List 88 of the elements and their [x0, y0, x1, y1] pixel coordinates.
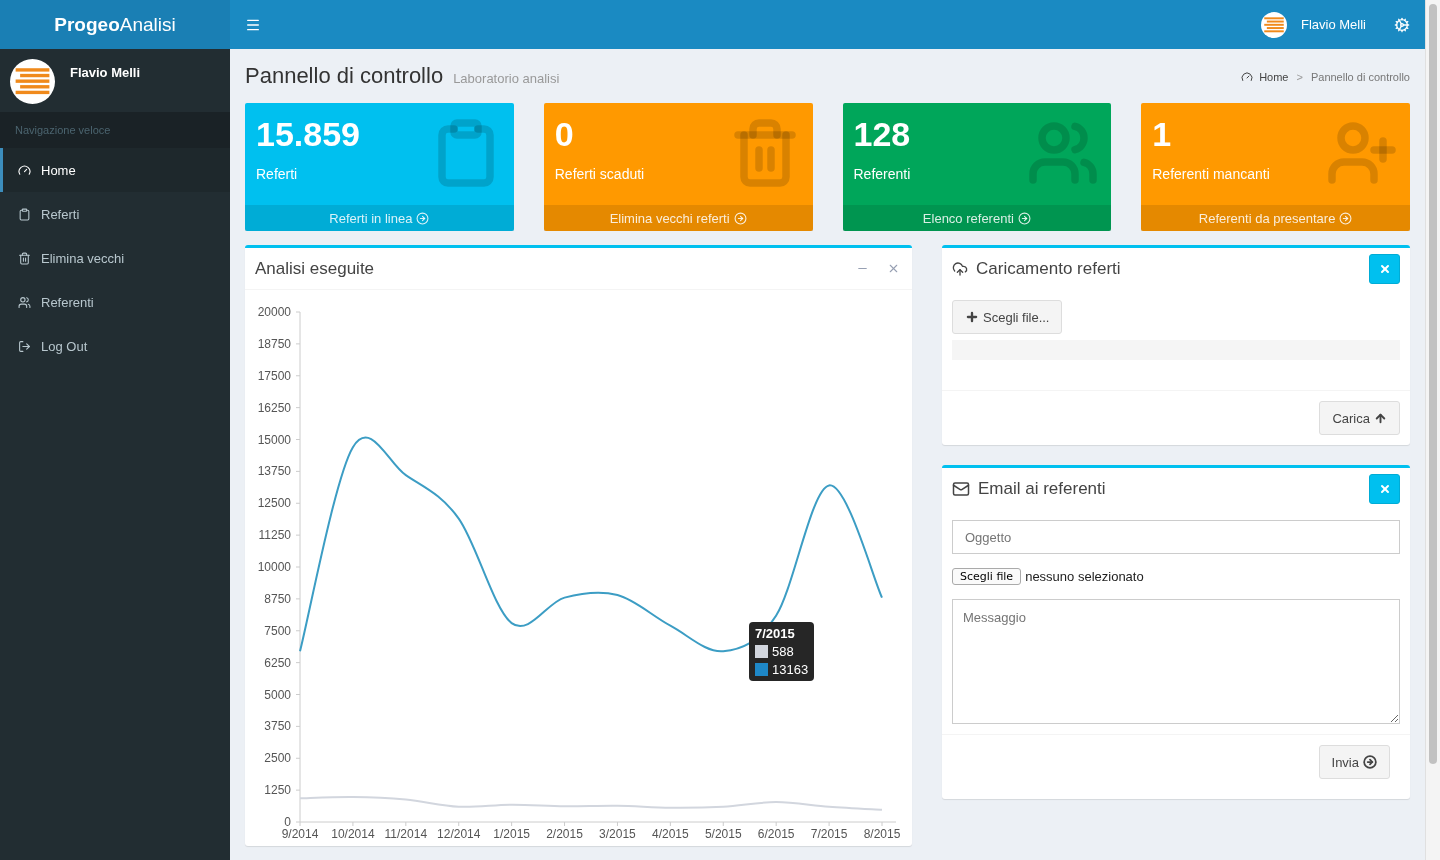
- close-button[interactable]: [1369, 474, 1400, 504]
- close-button[interactable]: [1369, 254, 1400, 284]
- settings-icon[interactable]: [1394, 16, 1410, 33]
- sidebar-item[interactable]: Elimina vecchi: [0, 236, 230, 280]
- y-axis-label: 0: [284, 815, 291, 829]
- sidebar-section-header: Navigazione veloce: [0, 112, 230, 148]
- clipboard-icon: [18, 207, 31, 221]
- x-axis-label: 4/2015: [652, 827, 689, 841]
- arrow-circle-icon: [1017, 211, 1031, 225]
- panel-title: Caricamento referti: [976, 259, 1121, 279]
- message-textarea[interactable]: Messaggio: [952, 599, 1400, 724]
- stat-value: 0: [554, 115, 574, 154]
- stat-label: Referenti mancanti: [1152, 166, 1270, 182]
- y-axis-label: 5000: [264, 687, 291, 702]
- close-icon: [1378, 263, 1391, 275]
- users-icon: [18, 295, 31, 309]
- y-axis-label: 13750: [257, 464, 291, 479]
- y-axis-label: 12500: [257, 496, 291, 511]
- subject-input[interactable]: Oggetto: [952, 520, 1400, 554]
- x-axis-label: 3/2015: [599, 827, 636, 841]
- choose-file-button[interactable]: Scegli file...: [952, 300, 1063, 334]
- arrow-circle-icon: [1363, 755, 1377, 769]
- y-axis-label: 3750: [264, 719, 291, 734]
- stat-label: Referti scaduti: [554, 166, 645, 182]
- arrow-up-icon: [1374, 411, 1387, 425]
- x-axis-label: 7/2015: [810, 827, 848, 841]
- y-axis-label: 20000: [257, 305, 291, 319]
- close-icon: [887, 262, 900, 275]
- y-axis-label: 1250: [264, 783, 291, 798]
- x-axis-label: 8/2015: [863, 827, 900, 841]
- breadcrumb-link[interactable]: Home: [1241, 71, 1289, 83]
- cloud-upload-icon: [952, 261, 968, 277]
- user-avatar: [10, 59, 55, 104]
- logout-icon: [18, 339, 31, 353]
- sidebar-item[interactable]: Log Out: [0, 324, 230, 368]
- trash-icon: [18, 251, 31, 265]
- close-icon: [1378, 483, 1391, 495]
- user-menu-link[interactable]: Flavio Melli: [1301, 17, 1366, 32]
- panel-title: Email ai referenti: [978, 479, 1106, 499]
- y-axis-label: 11250: [258, 528, 291, 543]
- sidebar-item[interactable]: Referenti: [0, 280, 230, 324]
- y-axis-label: 18750: [257, 336, 291, 351]
- upload-button[interactable]: Carica: [1319, 401, 1400, 435]
- sidebar-item[interactable]: Referti: [0, 192, 230, 236]
- page-subtitle: Laboratorio analisi: [453, 71, 560, 86]
- y-axis-label: 2500: [264, 751, 291, 766]
- y-axis-label: 10000: [257, 560, 291, 574]
- arrow-circle-icon: [1339, 211, 1353, 225]
- y-axis-label: 17500: [257, 368, 291, 383]
- tooltip-title: 7/2015: [755, 626, 796, 641]
- tooltip-value: 588: [772, 644, 794, 659]
- dashboard-icon: [1241, 71, 1254, 83]
- dashboard-icon: [18, 163, 31, 177]
- y-axis-label: 6250: [264, 655, 291, 670]
- y-axis-label: 8750: [264, 591, 291, 606]
- x-axis-label: 11/2014: [384, 827, 428, 841]
- x-axis-label: 5/2015: [704, 827, 742, 841]
- x-axis-label: 9/2014: [281, 827, 319, 841]
- y-axis-label: 16250: [257, 400, 291, 415]
- sidebar-item[interactable]: Home: [0, 148, 230, 192]
- x-axis-label: 12/2014: [437, 827, 481, 841]
- plus-icon: [965, 310, 979, 324]
- x-axis-label: 6/2015: [757, 827, 795, 841]
- panel-title: Analisi eseguite: [255, 258, 375, 279]
- x-axis-label: 10/2014: [331, 827, 375, 841]
- stat-value: 128: [853, 115, 911, 154]
- stat-value: 15.859: [256, 115, 360, 154]
- stat-label: Referti: [256, 166, 298, 182]
- page-title: Pannello di controllo: [245, 63, 444, 89]
- file-status: nessuno selezionato: [1025, 569, 1144, 584]
- breadcrumb-separator: >: [1296, 71, 1303, 83]
- stat-value: 1: [1152, 115, 1172, 154]
- x-axis-label: 1/2015: [493, 827, 530, 841]
- x-axis-label: 2/2015: [546, 827, 583, 841]
- user-name: Flavio Melli: [70, 64, 141, 82]
- app-logo[interactable]: ProgeoAnalisi: [0, 0, 230, 49]
- arrow-circle-icon: [733, 211, 747, 225]
- tooltip-value: 13163: [772, 662, 809, 677]
- stat-label: Referenti: [853, 166, 911, 182]
- arrow-circle-icon: [416, 211, 430, 225]
- breadcrumb-current: Pannello di controllo: [1310, 71, 1410, 83]
- send-button[interactable]: Invia: [1318, 745, 1390, 779]
- y-axis-label: 7500: [264, 623, 291, 638]
- choose-file-button[interactable]: Scegli file: [952, 568, 1022, 585]
- user-avatar: [1261, 11, 1287, 38]
- y-axis-label: 15000: [257, 432, 291, 447]
- envelope-icon: [952, 480, 970, 498]
- scrollbar[interactable]: [1425, 0, 1440, 860]
